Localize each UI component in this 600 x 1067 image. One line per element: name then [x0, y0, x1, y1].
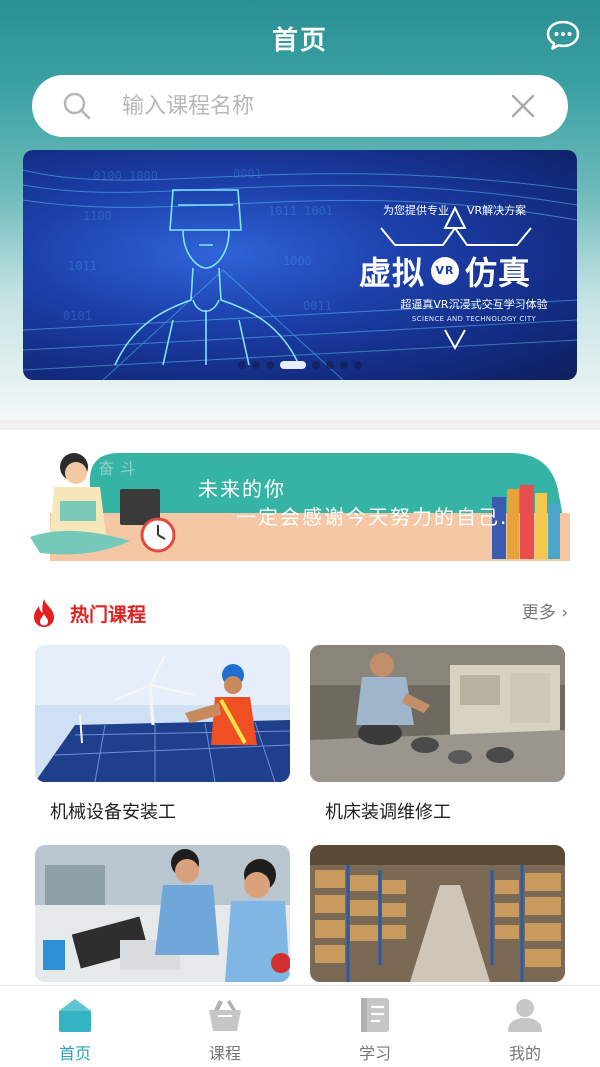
svg-text:1011 1001: 1011 1001 — [268, 204, 333, 218]
svg-text:0001: 0001 — [233, 167, 262, 181]
tab-label: 学习 — [358, 1044, 391, 1063]
svg-text:0011: 0011 — [303, 299, 332, 313]
banner-tagline-left: 为您提供专业 — [383, 204, 449, 217]
home-screen: 首页 0100 10000 — [0, 0, 600, 1067]
svg-text:0100 1000: 0100 1000 — [93, 169, 158, 183]
carousel-indicator — [23, 361, 577, 369]
section-title: 热门课程 — [70, 604, 147, 626]
banner-tagline-right: VR解决方案 — [467, 204, 527, 217]
promo-carousel[interactable]: 0100 1000 0001 1100 1011 1001 1011 1000 010… — [23, 150, 577, 380]
course-title: 机床装调维修工 — [325, 802, 451, 823]
search-bar[interactable] — [32, 75, 568, 137]
course-title: 机械设备安装工 — [50, 802, 176, 823]
banner-headline: 虚拟 VR 仿真 — [359, 248, 569, 294]
tab-label: 首页 — [58, 1044, 91, 1063]
tab-study[interactable]: 学习 — [300, 986, 450, 1067]
notebook-icon — [361, 998, 389, 1032]
search-input[interactable] — [122, 93, 510, 119]
carousel-dot[interactable] — [238, 361, 246, 369]
banner-english: SCIENCE AND TECHNOLOGY CITY — [411, 315, 537, 323]
course-thumbnail[interactable] — [310, 845, 565, 982]
tab-home[interactable]: 首页 — [0, 986, 150, 1067]
vr-badge: VR — [431, 257, 460, 285]
bottom-tab-bar: 首页 课程 学习 我的 — [0, 985, 600, 1067]
carousel-dot[interactable] — [266, 361, 274, 369]
motto-line2: 一定会感谢今天努力的自己. — [236, 505, 509, 529]
course-thumbnail[interactable] — [35, 845, 290, 982]
tab-label: 课程 — [208, 1044, 241, 1063]
svg-text:1100: 1100 — [83, 209, 112, 223]
carousel-dot[interactable] — [354, 361, 362, 369]
carousel-dot[interactable] — [252, 361, 260, 369]
tab-profile[interactable]: 我的 — [450, 986, 600, 1067]
hot-courses-header: 热门课程 更多 › — [32, 596, 568, 630]
course-card[interactable]: 机械设备安装工 — [35, 645, 290, 824]
svg-text:1011: 1011 — [68, 259, 97, 273]
user-icon — [508, 999, 542, 1032]
page-title: 首页 — [271, 26, 328, 56]
motivation-banner[interactable]: 奋斗 未来的你 一定会感谢今天努力的自己. — [30, 445, 570, 565]
tab-label: 我的 — [508, 1044, 541, 1063]
carousel-dot[interactable] — [312, 361, 320, 369]
chat-bubble-icon[interactable] — [546, 20, 580, 50]
course-card[interactable] — [310, 845, 565, 998]
banner-subtitle: 超逼真VR沉浸式交互学习体验 — [400, 298, 548, 311]
fire-icon — [34, 599, 54, 627]
banner-headline-right: 仿真 — [465, 254, 532, 292]
course-card[interactable] — [35, 845, 290, 998]
course-thumbnail[interactable] — [310, 645, 565, 782]
banner-headline-left: 虚拟 — [359, 254, 426, 292]
more-link[interactable]: 更多 › — [522, 598, 568, 623]
search-icon — [63, 92, 91, 120]
section-divider — [0, 420, 600, 430]
clear-icon[interactable] — [510, 93, 536, 119]
motto-mark: 奋斗 — [98, 459, 143, 478]
tab-courses[interactable]: 课程 — [150, 986, 300, 1067]
svg-text:1000: 1000 — [283, 254, 312, 268]
carousel-dot[interactable] — [340, 361, 348, 369]
course-thumbnail[interactable] — [35, 645, 290, 782]
carousel-dot-active[interactable] — [280, 361, 306, 369]
course-card[interactable]: 机床装调维修工 — [310, 645, 565, 824]
basket-icon — [209, 1000, 241, 1031]
motto-line1: 未来的你 — [198, 477, 286, 501]
svg-text:0101: 0101 — [63, 309, 92, 323]
carousel-dot[interactable] — [326, 361, 334, 369]
home-icon — [59, 999, 91, 1032]
